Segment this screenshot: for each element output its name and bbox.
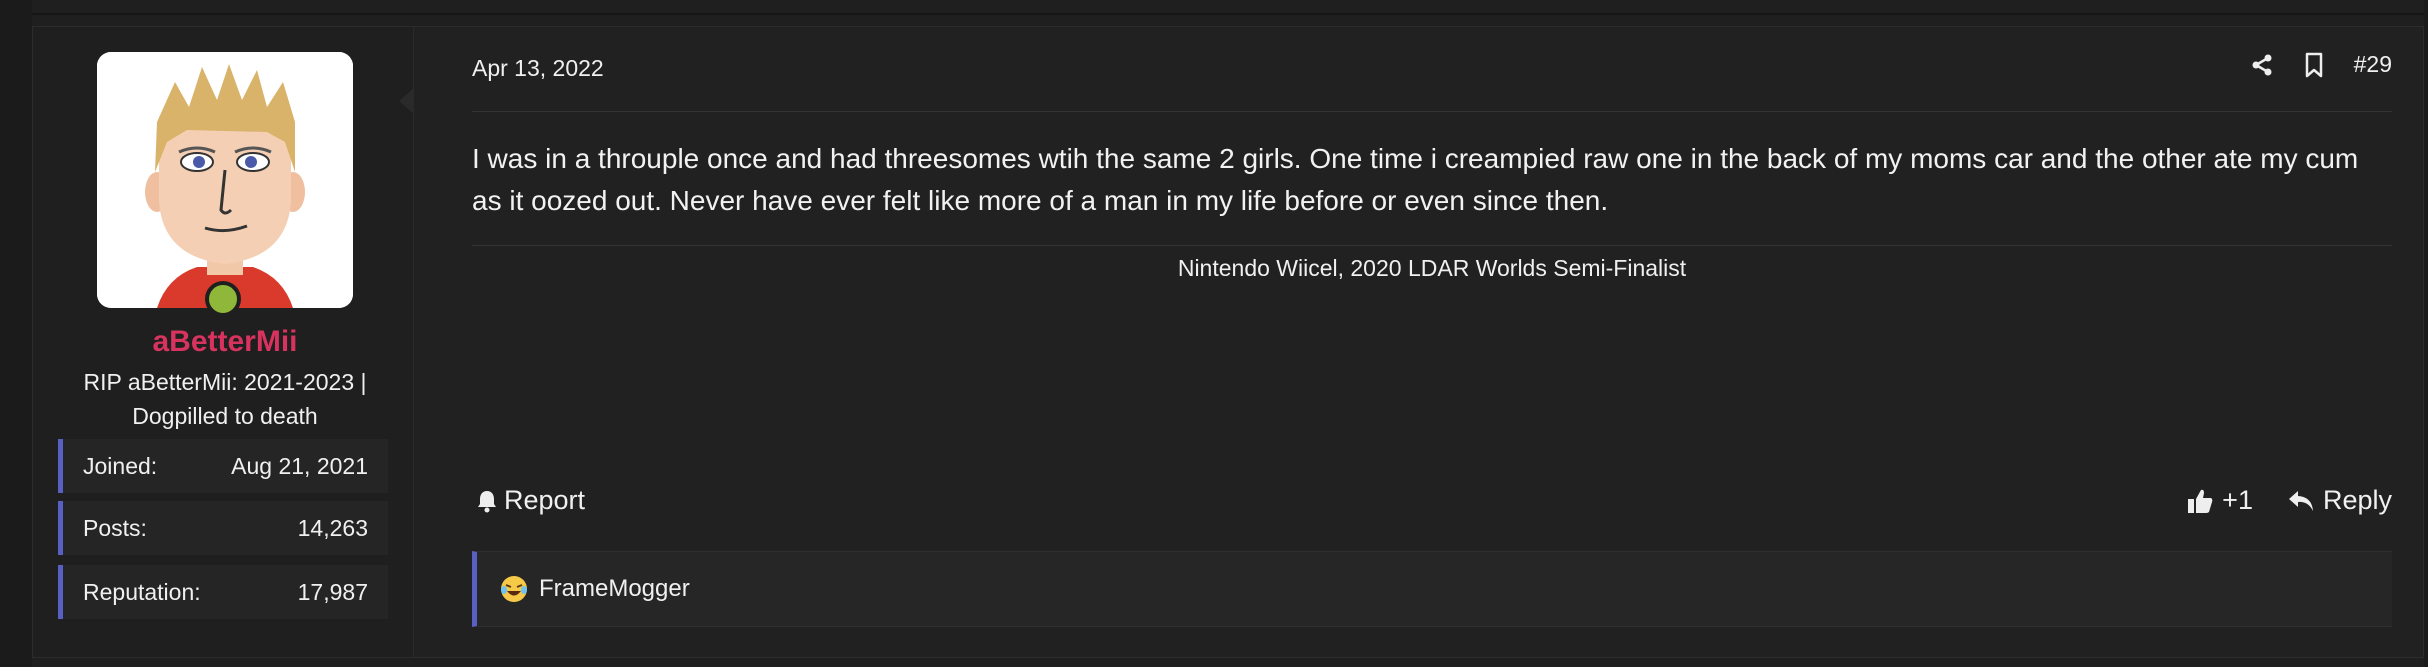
plus-one-button[interactable]: +1 [2186,485,2253,516]
page-container: aBetterMii RIP aBetterMii: 2021-2023 | D… [32,0,2424,667]
reactions-bar[interactable]: FrameMogger [472,551,2392,627]
post-date[interactable]: Apr 13, 2022 [472,55,604,82]
reply-icon [2287,489,2315,513]
reply-button[interactable]: Reply [2287,485,2392,516]
reactor-username[interactable]: FrameMogger [539,575,690,603]
online-status-indicator [205,281,241,317]
bookmark-icon[interactable] [2304,52,2324,78]
mii-avatar-icon [97,52,353,308]
forum-post: aBetterMii RIP aBetterMii: 2021-2023 | D… [32,26,2424,658]
stat-label: Joined: [83,452,158,479]
username[interactable]: aBetterMii [33,325,417,359]
stat-reputation: Reputation: 17,987 [58,565,388,619]
stat-value: Aug 21, 2021 [231,452,368,479]
header-divider [472,111,2392,112]
post-body: I was in a throuple once and had threeso… [472,143,2359,216]
post-content: Apr 13, 2022 #29 I was in a throuple onc… [414,27,2422,657]
stat-posts: Posts: 14,263 [58,501,388,555]
plus-one-label: +1 [2222,485,2253,515]
bell-icon [476,489,498,513]
stat-joined: Joined: Aug 21, 2021 [58,439,388,493]
laughing-emoji-icon [499,574,529,604]
stat-label: Reputation: [83,578,201,605]
report-label: Report [504,485,586,515]
thumbs-up-icon [2186,487,2214,515]
post-footer-actions: +1 Reply [2186,485,2392,516]
avatar[interactable] [97,52,353,308]
message-arrow [399,87,415,115]
previous-post-edge [32,0,2424,15]
share-icon[interactable] [2250,53,2274,77]
user-signature: Nintendo Wiicel, 2020 LDAR Worlds Semi-F… [1177,255,1687,281]
user-panel: aBetterMii RIP aBetterMii: 2021-2023 | D… [33,27,414,657]
signature-divider [472,245,2392,246]
stat-value: 17,987 [297,578,368,605]
report-button[interactable]: Report [476,485,585,516]
reply-label: Reply [2322,485,2392,515]
user-title: RIP aBetterMii: 2021-2023 | Dogpilled to… [83,369,367,429]
stat-value: 14,263 [297,514,368,541]
post-number-link[interactable]: #29 [2354,51,2392,78]
post-header-actions: #29 [2250,51,2392,78]
stat-label: Posts: [83,514,147,541]
